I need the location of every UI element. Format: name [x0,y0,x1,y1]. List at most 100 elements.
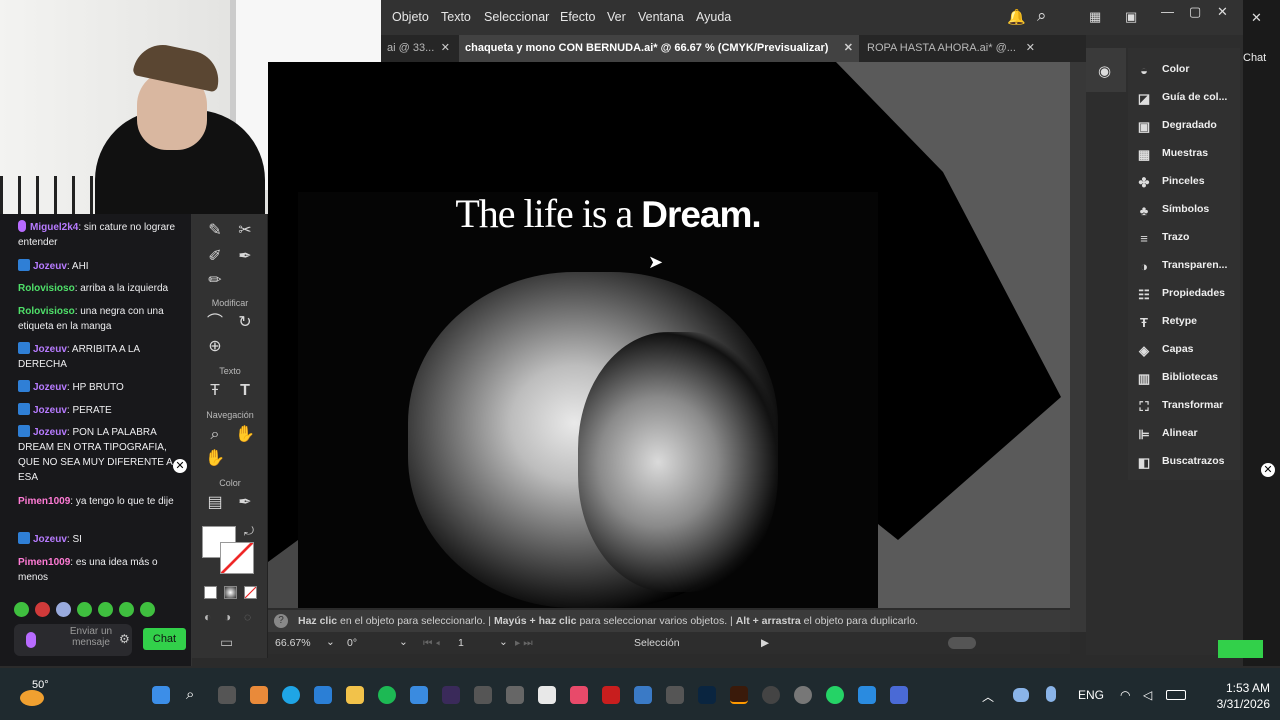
close-overlay-icon[interactable]: ✕ [173,459,187,473]
emote-icon[interactable] [35,602,50,617]
close-icon[interactable]: ✕ [1217,4,1228,20]
zoom-select[interactable]: 66.67% [275,637,311,649]
chat-username[interactable]: Pimen1009 [18,496,70,507]
mic-icon[interactable] [26,632,36,648]
chat-username[interactable]: Jozeuv [33,427,67,438]
emote-icon[interactable] [98,602,113,617]
language-indicator[interactable]: ENG [1078,688,1104,702]
headline-regular-text[interactable]: The life is a [455,191,641,236]
emote-icon[interactable] [140,602,155,617]
chat-username[interactable]: Rolovisioso [18,283,75,294]
screen-mode-icon[interactable]: ▭ [220,634,233,651]
artboard-number[interactable]: 1 [458,637,464,649]
panel-gradient[interactable]: ▣ Degradado [1136,114,1240,136]
menu-ayuda[interactable]: Ayuda [696,10,731,24]
workspace-icon[interactable]: ▦ [1089,9,1101,25]
chat-username[interactable]: Jozeuv [33,405,67,416]
chat-username[interactable]: Jozeuv [33,261,67,272]
search-icon[interactable]: ⌕ [1037,6,1047,26]
horizontal-scrollbar[interactable] [948,637,976,649]
chevron-up-icon[interactable]: ︿ [982,688,994,705]
arrange-docs-icon[interactable]: ▣ [1125,9,1137,25]
zoom-icon[interactable]: ⌕ [204,424,226,446]
notification-bell-icon[interactable]: 🔔 [1007,8,1026,26]
panel-align[interactable]: ⊫ Alinear [1136,422,1240,444]
maximize-icon[interactable]: ▢ [1189,4,1201,20]
panel-properties[interactable]: ☷ Propiedades [1136,282,1240,304]
brush-icon[interactable]: ✐ [204,246,226,268]
tab-document-3[interactable]: ROPA HASTA AHORA.ai* @... ✕ [861,35,1041,62]
none-mode-icon[interactable] [244,586,257,599]
chat-button-partial[interactable] [1218,640,1263,658]
panel-pathfinder[interactable]: ◧ Buscatrazos [1136,450,1240,472]
stroke-swatch[interactable] [220,542,254,574]
start-icon[interactable] [152,686,170,704]
illustrator-icon[interactable] [730,686,748,704]
artboard-canvas[interactable]: The life is a Dream. ➤ [268,62,1070,608]
chevron-down-icon[interactable]: ⌄ [499,636,508,648]
emote-icon[interactable] [119,602,134,617]
menu-texto[interactable]: Texto [441,10,471,24]
close-overlay-icon[interactable]: ✕ [1261,463,1275,477]
appearance-icon[interactable]: ◉ [1098,62,1111,80]
app-icon[interactable] [442,686,460,704]
app-icon[interactable] [890,686,908,704]
app-icon[interactable] [506,686,524,704]
eyedropper-icon[interactable]: ✒ [234,492,256,514]
panel-swatches[interactable]: ▦ Muestras [1136,142,1240,164]
clock[interactable]: 1:53 AM 3/31/2026 [1200,680,1270,712]
rotate-view-icon[interactable]: ✋ [204,448,226,470]
menu-efecto[interactable]: Efecto [560,10,595,24]
lasso-icon[interactable]: ⌒ [204,312,226,334]
whatsapp-icon[interactable] [826,686,844,704]
blob-brush-icon[interactable]: ✒ [234,246,256,268]
app-icon[interactable] [538,686,556,704]
wifi-icon[interactable]: ◠ [1120,688,1130,702]
touch-type-icon[interactable]: Ŧ [204,380,226,402]
panel-color[interactable]: ◒ Color [1136,58,1240,80]
first-artboard-icon[interactable]: ⏮ ◂ [423,637,440,650]
panel-transparency[interactable]: ◑ Transparen... [1136,254,1240,276]
artwork-headline[interactable]: The life is a Dream. [398,190,818,237]
panel-retype[interactable]: Ŧ Retype [1136,310,1240,332]
panel-libraries[interactable]: ▥ Bibliotecas [1136,366,1240,388]
chat-username[interactable]: Jozeuv [33,382,67,393]
rotation-select[interactable]: 0° [347,637,357,649]
defender-icon[interactable] [410,686,428,704]
emote-icon[interactable] [14,602,29,617]
chat-username[interactable]: Jozeuv [33,344,67,355]
menu-seleccionar[interactable]: Seleccionar [484,10,549,24]
draw-mode-icon[interactable]: ◐ [204,610,211,624]
close-tab-icon[interactable]: ✕ [844,35,853,62]
search-icon[interactable]: ⌕ [186,686,204,704]
battery-icon[interactable] [1166,690,1186,700]
menu-ver[interactable]: Ver [607,10,626,24]
edge-icon[interactable] [282,686,300,704]
chat-username[interactable]: Jozeuv [33,534,67,545]
spotify-icon[interactable] [378,686,396,704]
draw-behind-icon[interactable]: ◑ [224,610,231,624]
gradient-tool-icon[interactable]: ▤ [204,492,226,514]
volume-icon[interactable]: ◁ [1143,688,1152,702]
color-mode-icon[interactable] [204,586,217,599]
scissors-icon[interactable]: ✂ [234,220,256,242]
chat-username[interactable]: Miguel2k4 [30,222,78,233]
app-icon[interactable] [666,686,684,704]
puppet-warp-icon[interactable]: ⊕ [204,336,226,358]
shaper-icon[interactable]: ✏ [204,270,226,292]
tab-document-active[interactable]: chaqueta y mono CON BERNUDA.ai* @ 66.67 … [459,35,859,62]
chat-username[interactable]: Rolovisioso [18,306,75,317]
gear-icon[interactable]: ⚙ [119,632,130,646]
type-tool-icon[interactable]: T [234,380,256,402]
chevron-down-icon[interactable]: ⌄ [399,636,408,648]
pencil-icon[interactable]: ✎ [204,220,226,242]
headline-bold-text[interactable]: Dream. [641,194,761,235]
tab-document-1[interactable]: ai @ 33... ✕ [381,35,456,62]
store-icon[interactable] [314,686,332,704]
panel-stroke[interactable]: ≡ Trazo [1136,226,1240,248]
swap-colors-icon[interactable]: ⤾ [244,524,254,539]
onedrive-icon[interactable] [1013,688,1029,702]
last-artboard-icon[interactable]: ▸ ⏭ [515,637,533,650]
weather-temp[interactable]: 50° [32,679,49,691]
chat-send-button[interactable]: Chat [143,628,186,650]
